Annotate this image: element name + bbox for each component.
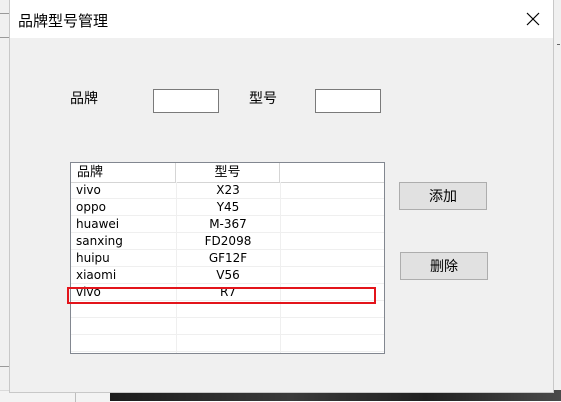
close-icon (526, 12, 540, 26)
title-bar: 品牌型号管理 (10, 0, 553, 38)
table-row[interactable]: huawei M-367 (71, 216, 384, 233)
cell-model: X23 (216, 183, 240, 197)
table-row[interactable]: huipu GF12F (71, 250, 384, 267)
table-row[interactable] (71, 318, 384, 335)
column-header-empty (280, 163, 384, 182)
cell-brand: huawei (76, 217, 120, 231)
brand-model-dialog: 品牌型号管理 品牌 型号 品牌 型号 vivo X23 oppo Y45 huawei M… (10, 0, 553, 392)
table-row[interactable] (71, 301, 384, 318)
cell-brand: oppo (76, 200, 106, 214)
table-row[interactable]: sanxing FD2098 (71, 233, 384, 250)
background-window-edge-right (553, 0, 561, 390)
cell-brand: huipu (76, 251, 110, 265)
cell-brand: vivo (76, 285, 101, 299)
cell-model: V56 (216, 268, 240, 282)
window-title: 品牌型号管理 (18, 12, 109, 30)
brand-input[interactable] (153, 89, 219, 113)
cell-model: Y45 (216, 200, 240, 214)
cell-model: GF12F (208, 251, 248, 265)
cell-brand: sanxing (76, 234, 123, 248)
model-label: 型号 (249, 91, 277, 107)
brand-model-list[interactable]: 品牌 型号 vivo X23 oppo Y45 huawei M-367 sanxing FD… (70, 162, 385, 354)
cell-model: R7 (220, 285, 236, 299)
table-row[interactable]: vivo X23 (71, 182, 384, 199)
table-row[interactable]: oppo Y45 (71, 199, 384, 216)
table-row[interactable] (71, 335, 384, 352)
column-header-model[interactable]: 型号 (176, 163, 280, 182)
model-input[interactable] (315, 89, 381, 113)
list-header: 品牌 型号 (71, 163, 384, 183)
table-row[interactable]: vivo R7 (71, 284, 384, 301)
brand-label: 品牌 (70, 91, 98, 107)
delete-button[interactable]: 删除 (400, 252, 488, 280)
cell-model: M-367 (209, 217, 247, 231)
column-header-brand[interactable]: 品牌 (71, 163, 176, 182)
add-button[interactable]: 添加 (399, 182, 487, 210)
cell-brand: vivo (76, 183, 101, 197)
table-row[interactable]: xiaomi V56 (71, 267, 384, 284)
close-button[interactable] (517, 4, 549, 34)
cell-model: FD2098 (204, 234, 252, 248)
cell-brand: xiaomi (76, 268, 117, 282)
